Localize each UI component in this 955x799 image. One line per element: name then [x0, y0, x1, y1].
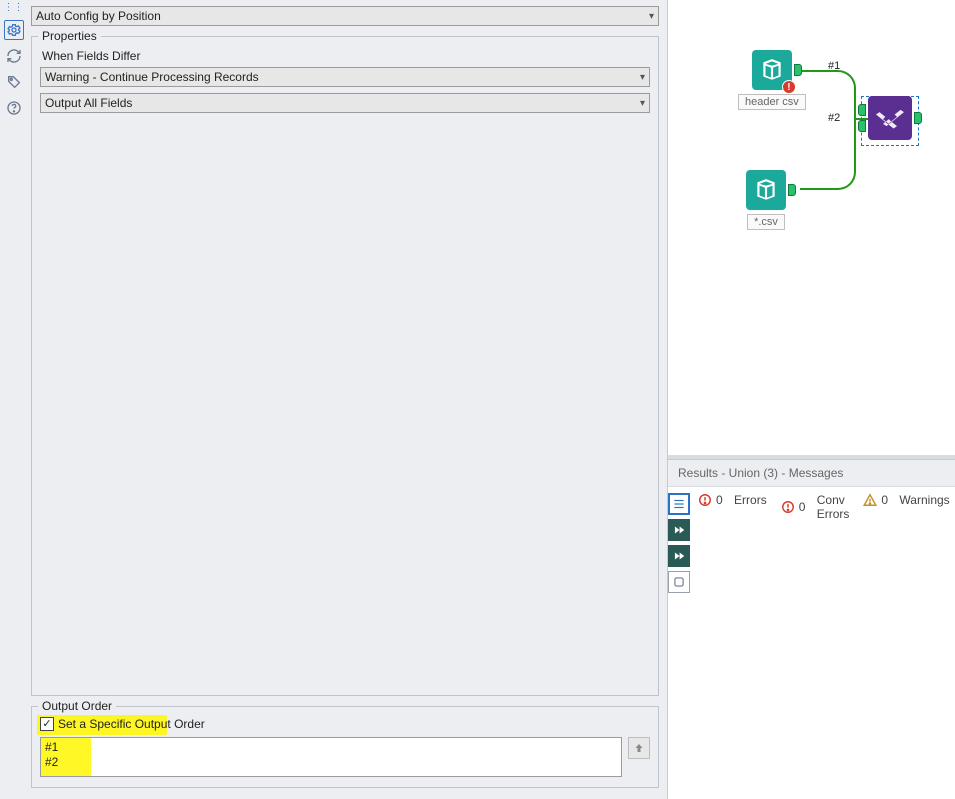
when-fields-differ-label: When Fields Differ [42, 49, 648, 63]
input-stream-1-icon[interactable] [668, 519, 690, 541]
output-order-fieldset: Output Order ✓ Set a Specific Output Ord… [31, 706, 659, 788]
config-mode-label: Auto Config by Position [36, 9, 649, 23]
output-anchor[interactable] [914, 112, 922, 124]
input-node-wildcard-csv[interactable]: *.csv [746, 170, 786, 230]
move-up-button[interactable] [628, 737, 650, 759]
gear-icon[interactable] [4, 20, 24, 40]
error-icon [698, 493, 712, 507]
input-stream-2-icon[interactable] [668, 545, 690, 567]
when-fields-differ-value: Warning - Continue Processing Records [45, 70, 640, 84]
output-order-list[interactable]: #1 #2 [40, 737, 622, 777]
output-stream-icon[interactable] [668, 571, 690, 593]
input-node-header-csv[interactable]: ! header csv [738, 50, 806, 110]
warning-icon [863, 493, 877, 507]
properties-spacer [40, 119, 650, 685]
app-root: ⋮⋮ Auto Config by Position ▾ Properties … [0, 0, 955, 799]
properties-fieldset: Properties When Fields Differ Warning - … [31, 36, 659, 696]
workflow-canvas[interactable]: #1 #2 ! header csv *.csv [668, 0, 955, 455]
errors-value: 0 [716, 493, 723, 507]
right-pane: #1 #2 ! header csv *.csv [667, 0, 955, 799]
properties-legend: Properties [38, 29, 101, 43]
config-icon-rail: ⋮⋮ [0, 0, 27, 799]
warnings-count[interactable]: 0 Warnings [863, 493, 949, 507]
list-item[interactable]: #1 [45, 740, 617, 755]
conv-errors-value: 0 [799, 500, 806, 514]
node-label: *.csv [747, 214, 785, 230]
chevron-down-icon: ▾ [649, 11, 654, 22]
errors-count[interactable]: 0 Errors [698, 493, 767, 507]
output-anchor[interactable] [794, 64, 802, 76]
list-item[interactable]: #2 [45, 755, 617, 770]
conv-errors-label: Conv Errors [817, 493, 850, 521]
union-node[interactable] [868, 96, 912, 140]
chevron-down-icon: ▾ [640, 72, 645, 83]
tag-icon[interactable] [4, 72, 24, 92]
port-label-2: #2 [828, 112, 840, 124]
drag-dots-icon[interactable]: ⋮⋮ [4, 4, 24, 14]
output-order-legend: Output Order [38, 699, 116, 713]
node-label: header csv [738, 94, 806, 110]
port-label-1: #1 [828, 60, 840, 72]
output-mode-select[interactable]: Output All Fields ▾ [40, 93, 650, 113]
results-panel: Results - Union (3) - Messages [668, 459, 955, 799]
input-anchor[interactable] [858, 120, 866, 132]
error-icon [781, 500, 795, 514]
error-badge-icon: ! [782, 80, 796, 94]
help-icon[interactable] [4, 98, 24, 118]
input-tool-icon [746, 170, 786, 210]
input-anchor[interactable] [858, 104, 866, 116]
warnings-value: 0 [881, 493, 888, 507]
config-mode-select[interactable]: Auto Config by Position ▾ [31, 6, 659, 26]
config-panel: Auto Config by Position ▾ Properties Whe… [27, 0, 667, 799]
output-anchor[interactable] [788, 184, 796, 196]
refresh-icon[interactable] [4, 46, 24, 66]
errors-label: Errors [734, 493, 767, 507]
specific-order-checkbox[interactable]: ✓ [40, 717, 54, 731]
connection-wire [800, 120, 856, 190]
specific-order-label: Set a Specific Output Order [58, 717, 205, 731]
union-tool-icon [868, 96, 912, 140]
specific-order-row[interactable]: ✓ Set a Specific Output Order [40, 717, 650, 731]
input-tool-icon: ! [752, 50, 792, 90]
when-fields-differ-select[interactable]: Warning - Continue Processing Records ▾ [40, 67, 650, 87]
chevron-down-icon: ▾ [640, 98, 645, 109]
messages-bar: 0 Errors 0 Conv Errors 0 Warnings [690, 487, 955, 799]
results-view-rail [668, 487, 690, 799]
warnings-label: Warnings [899, 493, 949, 507]
messages-view-icon[interactable] [668, 493, 690, 515]
output-mode-value: Output All Fields [45, 96, 640, 110]
conv-errors-count[interactable]: 0 Conv Errors [781, 493, 850, 521]
results-header: Results - Union (3) - Messages [668, 460, 955, 487]
